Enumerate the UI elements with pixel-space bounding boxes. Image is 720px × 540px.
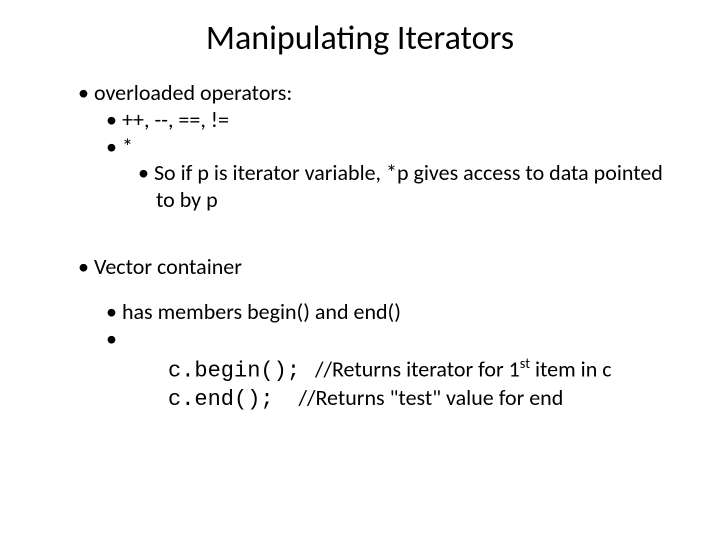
code-end: c.end(); — [168, 387, 274, 412]
comment-begin-pre: //Returns iterator for 1 — [315, 355, 520, 382]
comment-begin-post: item in c — [530, 355, 612, 382]
bullet-vector-container: Vector container — [78, 254, 670, 281]
code-block: c.begin(); //Returns iterator for 1st it… — [168, 355, 670, 414]
slide-body: overloaded operators: ++, --, ==, != * S… — [78, 80, 670, 414]
bullet-dereference: * — [106, 134, 670, 161]
bullet-overloaded-operators: overloaded operators: — [78, 80, 670, 107]
comment-begin-sup: st — [520, 354, 530, 372]
slide-title: Manipulating Iterators — [0, 18, 720, 59]
code-line-begin: c.begin(); //Returns iterator for 1st it… — [168, 355, 670, 385]
bullet-dereference-explain: So if p is iterator variable, *p gives a… — [138, 160, 670, 214]
bullet-operator-list: ++, --, ==, != — [106, 107, 670, 134]
code-begin: c.begin(); — [168, 358, 300, 383]
bullet-has-members: has members begin() and end() — [106, 299, 670, 326]
bullet-blank — [106, 326, 670, 353]
comment-end: //Returns "test" value for end — [299, 384, 564, 411]
code-line-end: c.end(); //Returns "test" value for end — [168, 385, 670, 414]
